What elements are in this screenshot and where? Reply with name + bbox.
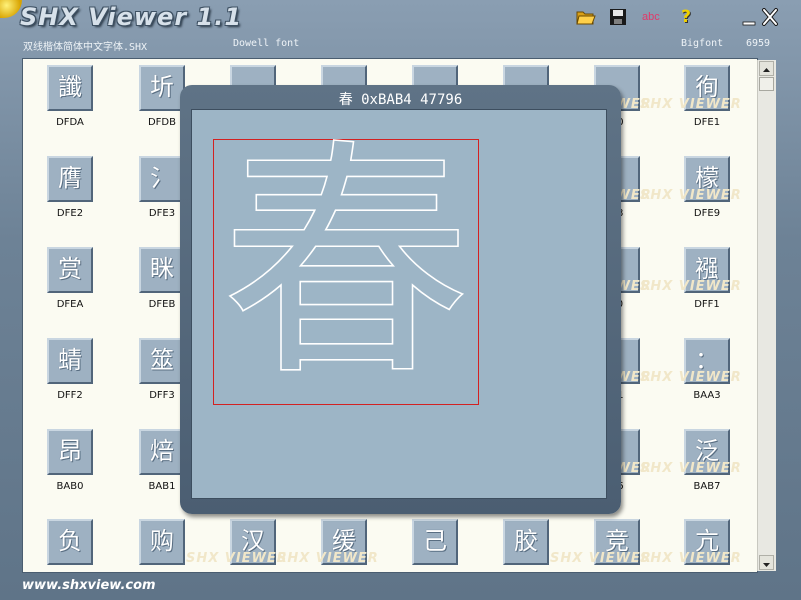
tile-glyph: 眯: [150, 255, 174, 283]
tile-glyph: 胶: [514, 527, 538, 555]
font-filename: 双线楷体简体中文字体.SHX: [23, 42, 148, 53]
glyph-tile[interactable]: 膺: [47, 156, 93, 202]
tile-glyph: 负: [58, 527, 82, 555]
glyph-code-label: DFF1: [694, 299, 720, 310]
glyph-code-label: DFDA: [56, 117, 84, 128]
minimize-button[interactable]: [740, 8, 758, 26]
watermark-text: SHX VIEWER: [640, 461, 742, 476]
glyph-code-label: DFEA: [56, 299, 84, 310]
watermark-text: SHX VIEWER: [640, 97, 742, 112]
glyph-tile[interactable]: 蜻: [47, 338, 93, 384]
minimize-icon: [742, 21, 756, 26]
scroll-thumb[interactable]: [759, 77, 774, 91]
tile-glyph: 购: [150, 527, 174, 555]
app-logo-icon: [0, 0, 22, 18]
close-button[interactable]: [760, 8, 780, 26]
close-icon: [762, 8, 778, 26]
help-button[interactable]: ?: [678, 8, 694, 26]
watermark-text: SHX VIEWER: [277, 551, 379, 566]
watermark-text: SHX VIEWER: [550, 551, 652, 566]
glyph-tile[interactable]: 胶: [503, 519, 549, 565]
tile-glyph: 蜻: [58, 346, 82, 374]
glyph-tile[interactable]: 购: [139, 519, 185, 565]
tile-glyph: 赏: [58, 255, 82, 283]
glyph-tile[interactable]: 氵: [139, 156, 185, 202]
preview-glyph: 春: [220, 118, 472, 409]
glyph-code-label: BAB0: [56, 481, 84, 492]
save-button[interactable]: [609, 8, 627, 26]
glyph-tile[interactable]: 赏: [47, 247, 93, 293]
preview-canvas: 春: [191, 109, 607, 499]
glyph-tile[interactable]: 负: [47, 519, 93, 565]
glyph-tile[interactable]: 昂: [47, 429, 93, 475]
glyph-tile[interactable]: 焙: [139, 429, 185, 475]
arrow-up-icon: [763, 68, 770, 72]
tile-glyph: 焙: [150, 437, 174, 465]
scroll-up-button[interactable]: [759, 61, 774, 76]
font-type: Dowell font: [233, 38, 300, 49]
tile-glyph: 己: [423, 527, 447, 555]
glyph-bounding-box: 春: [213, 123, 479, 405]
tile-glyph: 讖: [58, 73, 82, 101]
font-info-bar: 双线楷体简体中文字体.SHX Dowell font Bigfont 6959: [20, 37, 780, 53]
watermark-text: SHX VIEWER: [186, 551, 288, 566]
open-file-button[interactable]: [576, 8, 596, 26]
glyph-tile[interactable]: 眯: [139, 247, 185, 293]
folder-open-icon: [576, 11, 596, 25]
tile-glyph: 氵: [150, 164, 174, 192]
glyph-code-label: DFE1: [693, 117, 721, 128]
title-bar[interactable]: SHX Viewer 1.1 abc ?: [0, 0, 801, 36]
tile-glyph: 昂: [58, 437, 82, 465]
abc-text-button[interactable]: abc: [642, 8, 670, 26]
arrow-down-icon: [763, 563, 770, 567]
tile-glyph: 筮: [150, 346, 174, 374]
glyph-code-label: BAA3: [693, 390, 721, 401]
glyph-code-label: BAB7: [693, 481, 721, 492]
scroll-down-button[interactable]: [759, 555, 774, 570]
glyph-tile[interactable]: 筮: [139, 338, 185, 384]
website-link[interactable]: www.shxview.com: [22, 578, 156, 593]
preview-title: 春 0xBAB4 47796: [338, 92, 463, 108]
glyph-code-label: DFF2: [57, 390, 83, 401]
glyph-tile[interactable]: 讖: [47, 65, 93, 111]
shx-viewer-window: SHX Viewer 1.1 abc ? 双线楷体简体中文字体.SHX Dowe…: [0, 0, 801, 600]
encoding-label: Bigfont: [681, 38, 724, 49]
glyph-count: 6959: [746, 38, 771, 49]
watermark-text: SHX VIEWER: [640, 279, 742, 294]
glyph-tile[interactable]: 己: [412, 519, 458, 565]
glyph-tile[interactable]: 圻: [139, 65, 185, 111]
tile-glyph: 膺: [58, 164, 82, 192]
tile-glyph: 圻: [150, 73, 174, 101]
vertical-scrollbar[interactable]: [757, 60, 776, 571]
glyph-code-label: DFE2: [56, 208, 84, 219]
glyph-preview-popup[interactable]: 春 0xBAB4 47796 春: [180, 85, 621, 514]
glyph-code-label: DFE9: [693, 208, 721, 219]
watermark-text: SHX VIEWER: [640, 188, 742, 203]
watermark-text: SHX VIEWER: [640, 551, 742, 566]
watermark-text: SHX VIEWER: [640, 370, 742, 385]
app-title: SHX Viewer 1.1: [20, 3, 243, 31]
floppy-disk-icon: [610, 9, 626, 25]
